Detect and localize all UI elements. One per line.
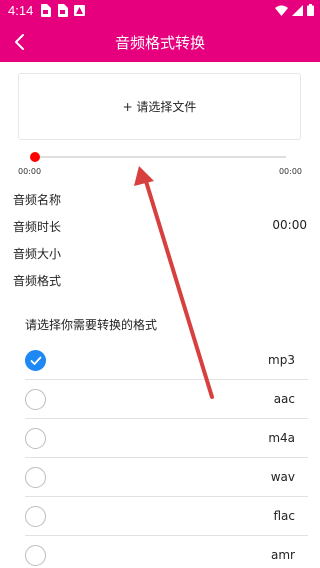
format-option-amr[interactable]: amr — [25, 536, 308, 568]
format-name: m4a — [268, 431, 295, 445]
radio-unchecked[interactable] — [25, 389, 46, 410]
format-section-title: 请选择你需要转换的格式 — [25, 318, 158, 332]
format-name: wav — [270, 470, 295, 484]
status-bar: 4:14 — [0, 0, 320, 22]
audio-duration-label: 音频时长 — [13, 220, 62, 234]
format-option-wav[interactable]: wav — [25, 458, 308, 497]
format-option-aac[interactable]: aac — [25, 380, 308, 419]
format-option-m4a[interactable]: m4a — [25, 419, 308, 458]
system-status-icons — [275, 4, 314, 16]
audio-format-label: 音频格式 — [13, 274, 62, 288]
progress-track[interactable] — [34, 156, 286, 158]
audio-duration-value: 00:00 — [272, 218, 307, 232]
sim-card-icon — [41, 4, 51, 17]
audio-name-label: 音频名称 — [13, 193, 62, 207]
notification-icons — [40, 4, 85, 17]
current-time: 00:00 — [18, 167, 42, 176]
battery-icon — [307, 4, 314, 16]
progress-knob[interactable] — [30, 152, 40, 162]
format-name: flac — [273, 509, 295, 523]
signal-icon — [292, 4, 303, 16]
format-name: mp3 — [268, 353, 295, 367]
page-title: 音频格式转换 — [114, 34, 205, 52]
status-time: 4:14 — [8, 3, 34, 18]
sim-card-icon — [58, 4, 68, 17]
select-file-button[interactable]: + 请选择文件 — [18, 73, 301, 140]
radio-unchecked[interactable] — [25, 545, 46, 566]
audio-size-label: 音频大小 — [13, 247, 62, 261]
radio-unchecked[interactable] — [25, 428, 46, 449]
radio-unchecked[interactable] — [25, 506, 46, 527]
select-file-label: + 请选择文件 — [122, 100, 197, 114]
format-option-mp3[interactable]: mp3 — [25, 341, 308, 380]
format-option-flac[interactable]: flac — [25, 497, 308, 536]
radio-checked[interactable] — [25, 350, 46, 371]
wifi-icon — [275, 5, 288, 16]
app-bar: 音频格式转换 — [0, 22, 320, 62]
format-name: amr — [271, 548, 295, 562]
format-name: aac — [273, 392, 295, 406]
checkmark-icon — [30, 356, 41, 365]
total-time: 00:00 — [278, 167, 302, 176]
radio-unchecked[interactable] — [25, 467, 46, 488]
app-notification-icon — [74, 5, 85, 16]
